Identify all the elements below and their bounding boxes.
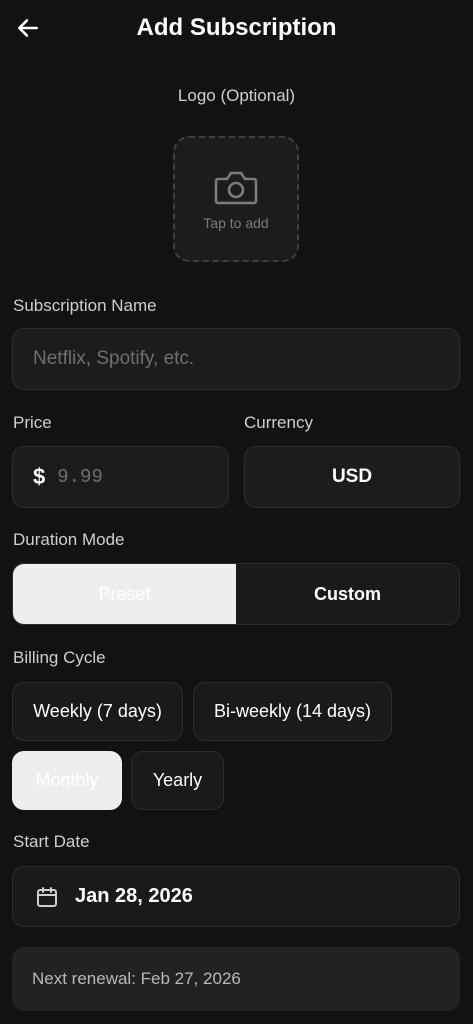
- subscription-name-field: [12, 328, 460, 390]
- subscription-name-input[interactable]: [13, 329, 459, 389]
- next-renewal-banner: Next renewal: Feb 27, 2026: [12, 947, 460, 1011]
- price-input[interactable]: [45, 447, 228, 507]
- camera-icon: [214, 171, 258, 205]
- duration-mode-custom[interactable]: Custom: [236, 564, 459, 624]
- duration-mode-toggle: Preset Custom: [12, 563, 460, 625]
- billing-monthly-chip[interactable]: Monthly: [12, 751, 122, 810]
- price-label: Price: [13, 413, 52, 432]
- page-title: Add Subscription: [136, 14, 337, 41]
- billing-biweekly-chip[interactable]: Bi-weekly (14 days): [193, 682, 392, 741]
- start-date-picker[interactable]: Jan 28, 2026: [12, 866, 460, 927]
- logo-upload-button[interactable]: Tap to add: [173, 136, 299, 262]
- currency-label: Currency: [244, 413, 313, 432]
- price-field: $: [12, 446, 229, 508]
- billing-yearly-chip[interactable]: Yearly: [131, 751, 224, 810]
- logo-tap-text: Tap to add: [203, 215, 269, 231]
- billing-weekly-chip[interactable]: Weekly (7 days): [12, 682, 183, 741]
- start-date-value: Jan 28, 2026: [75, 885, 193, 907]
- add-subscription-screen: Add Subscription Logo (Optional) Tap to …: [0, 0, 473, 1024]
- duration-mode-label: Duration Mode: [13, 530, 125, 549]
- subscription-name-label: Subscription Name: [13, 296, 157, 315]
- billing-cycle-label: Billing Cycle: [13, 648, 106, 667]
- logo-label: Logo (Optional): [177, 86, 296, 105]
- start-date-label: Start Date: [13, 832, 90, 851]
- calendar-icon: [37, 886, 57, 907]
- currency-select[interactable]: USD: [244, 446, 460, 508]
- dollar-symbol: $: [33, 464, 46, 489]
- duration-mode-preset[interactable]: Preset: [13, 564, 236, 624]
- next-renewal-text: Next renewal: Feb 27, 2026: [32, 969, 241, 988]
- header: Add Subscription: [0, 0, 473, 58]
